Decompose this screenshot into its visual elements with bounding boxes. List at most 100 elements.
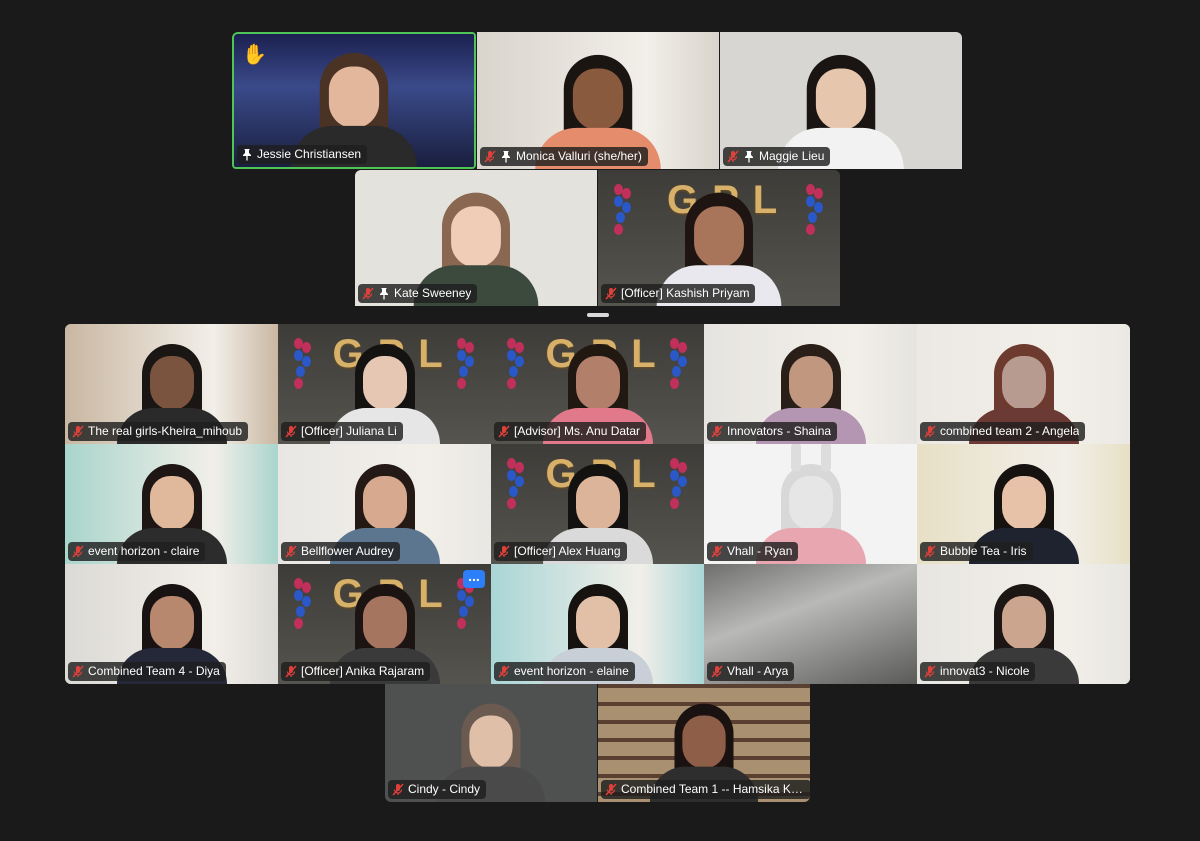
participant-name: Vhall - Arya [727,664,789,678]
name-label: Kate Sweeney [358,284,478,303]
participant-name: Bubble Tea - Iris [940,544,1027,558]
muted-mic-icon [498,425,510,438]
video-tile[interactable]: GPL[Advisor] Ms. Anu Datar [491,324,704,444]
participant-name: [Officer] Juliana Li [301,424,397,438]
video-tile[interactable]: combined team 2 - Angela [917,324,1130,444]
video-tile[interactable]: GPL[Officer] Alex Huang [491,444,704,564]
participant-name: Maggie Lieu [759,149,825,163]
name-label: The real girls-Kheira_mihoub [68,422,249,441]
participant-name: Bellflower Audrey [301,544,394,558]
video-tile[interactable]: Maggie Lieu [720,32,962,169]
balloons-decoration [670,458,688,518]
pin-icon [743,150,755,163]
participant-name: [Officer] Kashish Priyam [621,286,750,300]
muted-mic-icon [605,287,617,300]
balloons-decoration [507,458,525,518]
muted-mic-icon [924,665,936,678]
name-label: event horizon - claire [68,542,206,561]
name-label: Vhall - Arya [707,662,795,681]
participant-name: event horizon - elaine [514,664,629,678]
name-label: [Officer] Juliana Li [281,422,403,441]
video-tile[interactable]: Bellflower Audrey [278,444,491,564]
resize-handle[interactable] [587,313,609,317]
name-label: Bellflower Audrey [281,542,400,561]
name-label: Monica Valluri (she/her) [480,147,648,166]
video-tile[interactable]: Vhall - Arya [704,564,917,684]
pin-icon [378,287,390,300]
video-tile[interactable]: Bubble Tea - Iris [917,444,1130,564]
balloons-decoration [457,338,475,398]
muted-mic-icon [362,287,374,300]
participant-name: Monica Valluri (she/her) [516,149,642,163]
participant-name: Jessie Christiansen [257,147,362,161]
muted-mic-icon [924,545,936,558]
muted-mic-icon [72,545,84,558]
video-tile[interactable]: The real girls-Kheira_mihoub [65,324,278,444]
name-label: innovat3 - Nicole [920,662,1036,681]
muted-mic-icon [72,665,84,678]
participant-name: Cindy - Cindy [408,782,481,796]
name-label: event horizon - elaine [494,662,635,681]
muted-mic-icon [285,425,297,438]
name-label: Bubble Tea - Iris [920,542,1033,561]
name-label: Jessie Christiansen [237,145,368,164]
participant-name: combined team 2 - Angela [940,424,1080,438]
video-tile[interactable]: Vhall - Ryan [704,444,917,564]
video-tile[interactable]: innovat3 - Nicole [917,564,1130,684]
muted-mic-icon [711,665,723,678]
name-label: Combined Team 1 -- Hamsika Ku... [601,780,810,799]
video-tile[interactable]: GPL...[Officer] Anika Rajaram [278,564,491,684]
video-tile[interactable]: GPL[Officer] Juliana Li [278,324,491,444]
more-options-button[interactable]: ... [463,569,485,588]
video-tile[interactable]: Cindy - Cindy [385,684,597,802]
balloons-decoration [507,338,525,398]
balloons-decoration [614,184,632,244]
muted-mic-icon [711,545,723,558]
name-label: Maggie Lieu [723,147,831,166]
video-tile[interactable]: event horizon - elaine [491,564,704,684]
name-label: Combined Team 4 - Diya [68,662,226,681]
participant-name: innovat3 - Nicole [940,664,1030,678]
muted-mic-icon [924,425,936,438]
video-tile[interactable]: GPL[Officer] Kashish Priyam [598,170,840,306]
balloons-decoration [294,338,312,398]
name-label: combined team 2 - Angela [920,422,1086,441]
muted-mic-icon [727,150,739,163]
muted-mic-icon [711,425,723,438]
name-label: [Officer] Alex Huang [494,542,627,561]
participant-name: [Advisor] Ms. Anu Datar [514,424,641,438]
name-label: [Officer] Anika Rajaram [281,662,431,681]
video-tile[interactable]: Combined Team 1 -- Hamsika Ku... [598,684,810,802]
balloons-decoration [294,578,312,638]
video-tile[interactable]: Monica Valluri (she/her) [477,32,719,169]
participant-name: Vhall - Ryan [727,544,793,558]
muted-mic-icon [285,665,297,678]
raised-hand-icon: ✋ [242,44,267,66]
participant-name: Kate Sweeney [394,286,472,300]
name-label: [Officer] Kashish Priyam [601,284,756,303]
participant-name: [Officer] Alex Huang [514,544,621,558]
muted-mic-icon [484,150,496,163]
muted-mic-icon [498,545,510,558]
video-tile[interactable]: Combined Team 4 - Diya [65,564,278,684]
participant-name: [Officer] Anika Rajaram [301,664,425,678]
muted-mic-icon [498,665,510,678]
name-label: Vhall - Ryan [707,542,799,561]
name-label: [Advisor] Ms. Anu Datar [494,422,647,441]
muted-mic-icon [605,783,617,796]
pin-icon [241,148,253,161]
participant-name: Combined Team 4 - Diya [88,664,220,678]
pin-icon [500,150,512,163]
participant-name: Combined Team 1 -- Hamsika Ku... [621,782,805,796]
participant-name: event horizon - claire [88,544,200,558]
participant-name: The real girls-Kheira_mihoub [88,424,243,438]
participant-name: Innovators - Shaina [727,424,832,438]
video-tile[interactable]: event horizon - claire [65,444,278,564]
video-tile[interactable]: Innovators - Shaina [704,324,917,444]
muted-mic-icon [72,425,84,438]
balloons-decoration [806,184,824,244]
balloons-decoration [670,338,688,398]
muted-mic-icon [392,783,404,796]
video-tile[interactable]: Kate Sweeney [355,170,597,306]
video-tile[interactable]: ✋ Jessie Christiansen [232,32,476,169]
